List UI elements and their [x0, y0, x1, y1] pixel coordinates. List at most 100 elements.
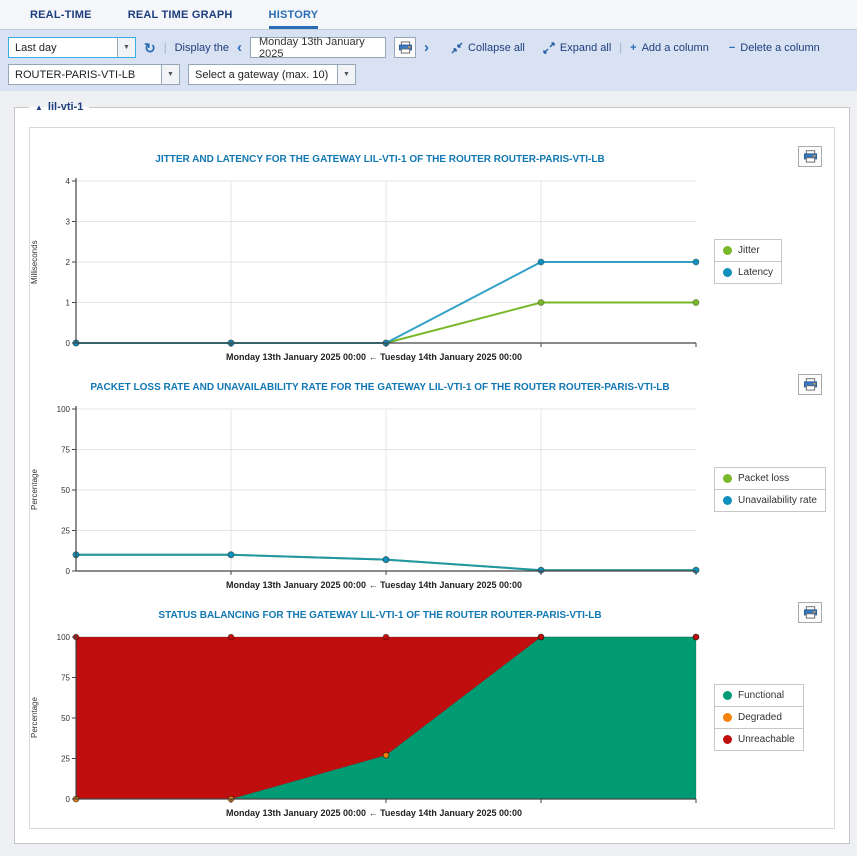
toolbar: Last day ▼ ↻ | Display the ‹ Monday 13th…: [0, 30, 857, 91]
svg-text:100: 100: [57, 405, 71, 414]
display-the-label: Display the: [174, 41, 230, 54]
chart-body: Percentage 0 25 50 75 100 Functional Degraded…: [30, 630, 834, 806]
legend-color-dot: [723, 268, 732, 277]
svg-text:50: 50: [61, 486, 70, 495]
svg-text:25: 25: [61, 526, 70, 535]
chart-title: PACKET LOSS RATE AND UNAVAILABILITY RATE…: [90, 381, 670, 393]
svg-text:1: 1: [66, 298, 71, 307]
legend-item[interactable]: Functional: [714, 684, 804, 707]
refresh-icon: ↻: [144, 39, 156, 56]
collapse-triangle-icon[interactable]: ▲: [35, 103, 43, 112]
legend-item[interactable]: Unreachable: [714, 728, 804, 751]
toolbar-row-1: Last day ▼ ↻ | Display the ‹ Monday 13th…: [8, 35, 849, 60]
tab-history[interactable]: HISTORY: [268, 0, 319, 29]
svg-text:25: 25: [61, 754, 70, 763]
gateway-select[interactable]: Select a gateway (max. 10) ▼: [188, 64, 356, 85]
legend-color-dot: [723, 691, 732, 700]
router-select[interactable]: ROUTER-PARIS-VTI-LB ▼: [8, 64, 180, 85]
chevron-right-icon: ›: [424, 39, 430, 56]
chart-status-balancing: STATUS BALANCING FOR THE GATEWAY LIL-VTI…: [30, 602, 834, 818]
toolbar-row-2: ROUTER-PARIS-VTI-LB ▼ Select a gateway (…: [8, 64, 849, 85]
chevron-down-icon[interactable]: ▼: [161, 65, 179, 84]
collapse-all-button[interactable]: Collapse all: [451, 42, 525, 54]
plus-icon: +: [630, 41, 637, 54]
collapse-icon: [451, 41, 463, 54]
gateway-panel: ▲ lil-vti-1 JITTER AND LATENCY FOR THE G…: [14, 101, 850, 844]
legend-color-dot: [723, 735, 732, 744]
chart-packet-loss-unavailability: PACKET LOSS RATE AND UNAVAILABILITY RATE…: [30, 374, 834, 590]
legend-label: Unreachable: [738, 734, 795, 745]
svg-text:4: 4: [66, 177, 71, 186]
chart-header: PACKET LOSS RATE AND UNAVAILABILITY RATE…: [30, 374, 834, 400]
separator: |: [163, 41, 167, 54]
svg-text:3: 3: [66, 217, 71, 226]
refresh-button[interactable]: ↻: [144, 41, 156, 55]
date-input[interactable]: Monday 13th January 2025: [250, 35, 387, 60]
chart-body: Milliseconds 0 1 2 3 4 Jitter Latency: [30, 174, 834, 350]
next-day-button[interactable]: ›: [424, 40, 429, 55]
calendar-icon: [398, 41, 412, 54]
legend-label: Degraded: [738, 712, 782, 723]
chevron-left-icon: ‹: [237, 39, 243, 56]
print-button[interactable]: [798, 602, 822, 623]
svg-text:75: 75: [61, 673, 70, 682]
legend-color-dot: [723, 474, 732, 483]
printer-icon: [803, 606, 817, 619]
legend-item[interactable]: Degraded: [714, 706, 804, 729]
gateway-select-value: Select a gateway (max. 10): [195, 68, 329, 81]
print-button[interactable]: [798, 374, 822, 395]
expand-all-button[interactable]: Expand all: [543, 42, 611, 54]
chevron-down-icon[interactable]: ▼: [337, 65, 355, 84]
chart-title: STATUS BALANCING FOR THE GATEWAY LIL-VTI…: [158, 609, 602, 621]
x-axis-label: Monday 13th January 2025 00:00 ← Tuesday…: [226, 808, 522, 818]
gateway-panel-header[interactable]: ▲ lil-vti-1: [29, 101, 89, 113]
expand-all-label: Expand all: [559, 41, 612, 54]
y-axis-label: Percentage: [30, 469, 39, 511]
previous-day-button[interactable]: ‹: [237, 40, 242, 55]
legend-item[interactable]: Packet loss: [714, 467, 826, 490]
tab-real-time[interactable]: REAL-TIME: [30, 0, 92, 29]
add-column-button[interactable]: + Add a column: [630, 42, 709, 54]
legend-label: Jitter: [738, 245, 760, 256]
legend-item[interactable]: Latency: [714, 261, 783, 284]
svg-text:0: 0: [66, 795, 71, 804]
x-axis-label: Monday 13th January 2025 00:00 ← Tuesday…: [226, 352, 522, 362]
chart-body: Percentage 0 25 50 75 100 Packet loss Unavail…: [30, 402, 834, 578]
delete-column-button[interactable]: − Delete a column: [729, 42, 820, 54]
legend-item[interactable]: Unavailability rate: [714, 489, 826, 512]
x-axis-label: Monday 13th January 2025 00:00 ← Tuesday…: [226, 580, 522, 590]
collapse-all-label: Collapse all: [468, 41, 525, 54]
add-column-label: Add a column: [641, 41, 709, 54]
date-value: Monday 13th January 2025: [259, 35, 365, 60]
separator: |: [619, 41, 623, 54]
svg-text:0: 0: [66, 339, 71, 348]
tab-real-time-graph[interactable]: REAL TIME GRAPH: [128, 0, 233, 29]
legend-color-dot: [723, 496, 732, 505]
delete-column-label: Delete a column: [740, 41, 820, 54]
period-select-value: Last day: [15, 41, 57, 54]
legend-color-dot: [723, 713, 732, 722]
chart-legend: Jitter Latency: [714, 239, 783, 284]
print-button[interactable]: [798, 146, 822, 167]
chart-legend: Packet loss Unavailability rate: [714, 467, 826, 512]
chart-header: STATUS BALANCING FOR THE GATEWAY LIL-VTI…: [30, 602, 834, 628]
router-select-value: ROUTER-PARIS-VTI-LB: [15, 68, 136, 81]
chart-jitter-latency: JITTER AND LATENCY FOR THE GATEWAY LIL-V…: [30, 146, 834, 362]
svg-text:75: 75: [61, 445, 70, 454]
y-axis-label: Milliseconds: [30, 240, 39, 284]
chart-header: JITTER AND LATENCY FOR THE GATEWAY LIL-V…: [30, 146, 834, 172]
legend-label: Packet loss: [738, 473, 790, 484]
expand-icon: [543, 41, 555, 54]
plot-area: 0 1 2 3 4: [66, 177, 700, 348]
legend-item[interactable]: Jitter: [714, 239, 783, 262]
charts-panel: JITTER AND LATENCY FOR THE GATEWAY LIL-V…: [29, 127, 835, 829]
printer-icon: [803, 150, 817, 163]
period-select[interactable]: Last day ▼: [8, 37, 136, 58]
plot-area: 0 25 50 75 100: [57, 633, 700, 804]
minus-icon: −: [728, 41, 736, 54]
chart-legend: Functional Degraded Unreachable: [714, 684, 804, 751]
chevron-down-icon[interactable]: ▼: [117, 38, 135, 57]
printer-icon: [803, 378, 817, 391]
tab-bar: REAL-TIME REAL TIME GRAPH HISTORY: [0, 0, 857, 30]
date-picker-button[interactable]: [394, 37, 417, 58]
